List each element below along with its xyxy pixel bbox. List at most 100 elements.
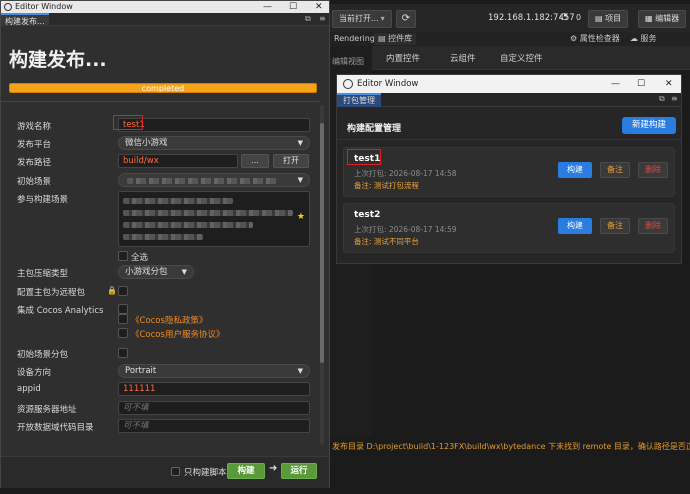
scenes-label: 参与构建场景 bbox=[17, 195, 69, 205]
config-delete-button[interactable]: 删除 bbox=[638, 162, 668, 178]
config-remark-button[interactable]: 备注 bbox=[600, 218, 630, 234]
maximize-icon[interactable]: ☐ bbox=[289, 1, 297, 13]
tab-widget-library[interactable]: ▤ 控件库 bbox=[374, 33, 417, 45]
row-platform: 发布平台 微信小游戏 ▼ bbox=[1, 136, 319, 150]
tab-widget-library-label: 控件库 bbox=[388, 34, 413, 43]
current-open-button[interactable]: 当前打开... ▾ bbox=[332, 10, 392, 28]
open-data-input[interactable]: 可不填 bbox=[118, 419, 310, 433]
compress-select[interactable]: 小游戏分包 ▼ bbox=[118, 265, 194, 279]
build-script-only-checkbox[interactable] bbox=[171, 467, 180, 476]
chevron-down-icon: ▾ bbox=[380, 14, 385, 23]
path-input[interactable]: build/wx bbox=[118, 154, 238, 168]
panel-tab-row: Rendering ▤ 控件库 ⚙ 属性检查器 ☁ 服务 bbox=[330, 32, 690, 46]
path-open-button[interactable]: 打开 bbox=[273, 154, 309, 168]
orientation-value: Portrait bbox=[125, 366, 157, 376]
chevron-down-icon: ▼ bbox=[181, 268, 187, 276]
star-icon: ★ bbox=[296, 212, 305, 222]
refresh-button[interactable]: ⟳ bbox=[396, 10, 416, 28]
maximize-icon[interactable]: ☐ bbox=[637, 75, 645, 93]
orientation-label: 设备方向 bbox=[17, 368, 52, 378]
menu-icon[interactable]: ≡ bbox=[671, 94, 678, 103]
open-data-label: 开放数据域代码目录 bbox=[17, 423, 94, 433]
config-delete-button[interactable]: 删除 bbox=[638, 218, 668, 234]
menu-icon[interactable]: ≡ bbox=[319, 14, 326, 23]
tab-rendering[interactable]: Rendering bbox=[330, 33, 379, 45]
config-note: 备注: 测试不同平台 bbox=[354, 237, 419, 246]
highlight-config-name bbox=[347, 149, 381, 165]
res-server-input[interactable]: 可不填 bbox=[118, 401, 310, 415]
console-log: 发布目录 D:\project\build\1-123FX\build\wx\b… bbox=[332, 442, 690, 451]
library-icon: ▤ bbox=[378, 34, 389, 43]
scene-list[interactable]: ★ bbox=[118, 191, 310, 247]
build-window-titlebar: Editor Window — ☐ ✕ bbox=[1, 1, 329, 13]
form-scrollbar-thumb[interactable] bbox=[320, 123, 324, 363]
tab-build-publish[interactable]: 构建发布... bbox=[1, 13, 49, 26]
blurred-scene-item bbox=[123, 234, 203, 240]
project-button[interactable]: ▤ 项目 bbox=[588, 10, 629, 28]
build-button[interactable]: 构建 bbox=[227, 463, 265, 479]
config-remark-button[interactable]: 备注 bbox=[600, 162, 630, 178]
console-strip: 发布目录 D:\project\build\1-123FX\build\wx\b… bbox=[330, 436, 690, 456]
path-label: 发布路径 bbox=[17, 158, 52, 168]
path-browse-button[interactable]: ... bbox=[241, 154, 269, 168]
platform-select[interactable]: 微信小游戏 ▼ bbox=[118, 136, 310, 150]
scene-view-label: 编辑视图 bbox=[332, 57, 364, 66]
wifi-icon: ◔ bbox=[560, 12, 568, 22]
project-label: 项目 bbox=[605, 14, 622, 23]
row-game-name: 游戏名称 test1 bbox=[1, 118, 319, 132]
analytics-checkbox[interactable] bbox=[118, 304, 128, 314]
service-agreement-link[interactable]: 《Cocos用户服务协议》 bbox=[131, 328, 224, 340]
subtab-cloud[interactable]: 云组件 bbox=[450, 52, 476, 64]
chevron-down-icon: ▼ bbox=[297, 367, 303, 375]
grid-icon: ▦ bbox=[645, 14, 656, 23]
chevron-down-icon: ▼ bbox=[297, 176, 303, 184]
close-icon[interactable]: ✕ bbox=[665, 75, 673, 93]
form-scrollbar[interactable] bbox=[320, 105, 324, 445]
blurred-scene-item bbox=[123, 210, 293, 216]
compress-value: 小游戏分包 bbox=[125, 267, 168, 277]
start-scene-select[interactable]: ▼ bbox=[118, 173, 310, 187]
service-checkbox[interactable] bbox=[118, 328, 128, 338]
manager-tabrow: 打包管理 ⧉ ≡ bbox=[337, 93, 681, 107]
build-script-only-label: 只构建脚本 bbox=[184, 468, 227, 478]
blurred-scene-item bbox=[123, 198, 233, 204]
manager-titlebar: Editor Window — ☐ ✕ bbox=[337, 75, 681, 93]
orientation-select[interactable]: Portrait ▼ bbox=[118, 364, 310, 378]
game-name-input[interactable]: test1 bbox=[118, 118, 310, 132]
minimize-icon[interactable]: — bbox=[263, 1, 272, 13]
build-window-tabrow: 构建发布... ⧉ ≡ bbox=[1, 13, 329, 26]
current-open-label: 当前打开... bbox=[339, 14, 379, 23]
appid-label: appid bbox=[17, 384, 41, 394]
tab-inspector[interactable]: ⚙ 属性检查器 bbox=[566, 33, 624, 45]
row-start-scene-sub: 初始场景分包 bbox=[1, 346, 319, 360]
subtab-custom[interactable]: 自定义控件 bbox=[500, 52, 543, 64]
game-name-label: 游戏名称 bbox=[17, 122, 52, 132]
run-button[interactable]: 运行 bbox=[281, 463, 317, 479]
config-build-button[interactable]: 构建 bbox=[558, 162, 592, 178]
close-icon[interactable]: ✕ bbox=[315, 1, 323, 13]
privacy-policy-link[interactable]: 《Cocos隐私政策》 bbox=[131, 314, 207, 326]
row-appid: appid 111111 bbox=[1, 382, 319, 396]
gear-icon: ⚙ bbox=[570, 34, 580, 43]
remote-checkbox[interactable] bbox=[118, 286, 128, 296]
config-card: test1 上次打包: 2026-08-17 14:58 备注: 测试打包流程 … bbox=[343, 147, 675, 197]
tab-services[interactable]: ☁ 服务 bbox=[626, 33, 661, 45]
select-all-checkbox[interactable] bbox=[118, 251, 128, 261]
tab-package-manager[interactable]: 打包管理 bbox=[337, 93, 381, 107]
config-build-button[interactable]: 构建 bbox=[558, 218, 592, 234]
config-last-build: 上次打包: 2026-08-17 14:58 bbox=[354, 169, 457, 178]
popout-icon[interactable]: ⧉ bbox=[305, 14, 311, 24]
new-build-button[interactable]: 新建构建 bbox=[622, 117, 676, 134]
start-scene-sub-checkbox[interactable] bbox=[118, 348, 128, 358]
popout-icon[interactable]: ⧉ bbox=[659, 94, 665, 104]
build-header: 构建发布... bbox=[9, 49, 107, 71]
build-footer: 只构建脚本 构建 ➜ 运行 bbox=[1, 456, 329, 488]
editor-button[interactable]: ▦ 编辑器 bbox=[638, 10, 687, 28]
compress-label: 主包压缩类型 bbox=[17, 269, 69, 279]
privacy-checkbox[interactable] bbox=[118, 314, 128, 324]
cocos-logo-icon bbox=[343, 79, 353, 89]
subtab-builtin[interactable]: 内置控件 bbox=[386, 52, 420, 64]
appid-input[interactable]: 111111 bbox=[118, 382, 310, 396]
minimize-icon[interactable]: — bbox=[611, 75, 620, 93]
chevron-down-icon: ▼ bbox=[297, 139, 303, 147]
